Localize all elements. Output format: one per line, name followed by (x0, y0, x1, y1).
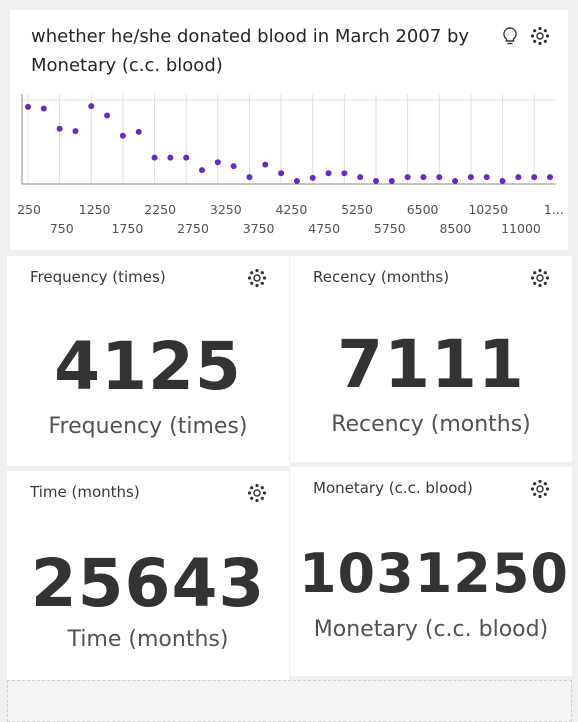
data-point (183, 154, 190, 161)
kpi-header: Time (months) (30, 483, 140, 501)
kpi-value: 1031250 (298, 542, 569, 605)
data-point (230, 163, 237, 170)
x-tick-label: 6500 (407, 202, 439, 217)
settings-icon[interactable] (247, 483, 267, 503)
data-point (262, 161, 269, 168)
x-tick-label: 10250 (468, 202, 508, 217)
x-tick-label: 2750 (177, 221, 209, 236)
data-point (357, 174, 364, 181)
data-point (151, 154, 158, 161)
settings-icon[interactable] (530, 268, 550, 288)
kpi-label: Time (months) (67, 627, 229, 652)
data-point (40, 105, 47, 112)
data-point (547, 174, 553, 181)
settings-icon[interactable] (247, 268, 267, 288)
x-tick-label: 4750 (308, 221, 340, 236)
data-point (515, 174, 522, 181)
data-point (420, 174, 427, 181)
data-point (56, 125, 63, 132)
x-tick-label: 3250 (210, 202, 242, 217)
data-point (309, 174, 316, 181)
kpi-value: 4125 (54, 328, 242, 405)
data-point (404, 174, 411, 181)
data-point (436, 174, 443, 181)
data-point (373, 178, 379, 184)
kpi-card-time: Time (months) 25643 Time (months) (7, 471, 289, 680)
data-point (119, 132, 126, 139)
kpi-card-recency: Recency (months) 7111 Recency (months) (290, 256, 572, 462)
data-point (325, 170, 332, 177)
kpi-label: Monetary (c.c. blood) (313, 617, 549, 642)
x-tick-label: 4250 (275, 202, 307, 217)
empty-drop-zone (7, 680, 572, 722)
data-point (72, 128, 79, 135)
data-point (25, 103, 31, 110)
kpi-card-monetary: Monetary (c.c. blood) 1031250 Monetary (… (290, 467, 572, 676)
kpi-header: Monetary (c.c. blood) (313, 479, 473, 497)
kpi-card-frequency: Frequency (times) 4125 Frequency (times) (7, 256, 289, 466)
x-tick-label: 5750 (374, 221, 406, 236)
kpi-label: Recency (months) (331, 412, 531, 437)
data-point (88, 103, 95, 110)
kpi-header: Frequency (times) (30, 268, 166, 286)
data-point (104, 112, 111, 119)
x-tick-label: 1750 (111, 221, 143, 236)
x-tick-label: 1... (544, 202, 564, 217)
data-point (483, 174, 490, 181)
data-point (167, 154, 174, 161)
data-point (388, 178, 395, 184)
x-tick-label: 3750 (243, 221, 275, 236)
data-point (278, 170, 285, 177)
data-point (199, 167, 205, 174)
scatter-chart: 250 750 1250175022502750325037504250475052… (17, 94, 564, 236)
data-point (135, 128, 142, 135)
settings-icon[interactable] (530, 479, 550, 499)
x-tick-label: 8500 (439, 221, 471, 236)
data-point (531, 174, 538, 181)
kpi-value: 7111 (337, 326, 525, 403)
kpi-value: 25643 (30, 545, 266, 622)
data-point (293, 178, 300, 184)
x-tick-label: 250 (17, 202, 41, 217)
data-point (341, 170, 348, 177)
kpi-label: Frequency (times) (48, 414, 248, 439)
data-point (499, 178, 506, 184)
data-point (214, 159, 221, 166)
data-point (246, 174, 253, 181)
data-point (467, 174, 474, 181)
data-point (452, 178, 459, 184)
x-tick-label: 750 (50, 221, 74, 236)
chart-card: whether he/she donated blood in March 20… (10, 10, 568, 250)
x-tick-label: 11000 (501, 221, 541, 236)
x-tick-label: 5250 (341, 202, 373, 217)
x-tick-label: 1250 (79, 202, 111, 217)
x-tick-label: 2250 (144, 202, 176, 217)
kpi-header: Recency (months) (313, 268, 450, 286)
